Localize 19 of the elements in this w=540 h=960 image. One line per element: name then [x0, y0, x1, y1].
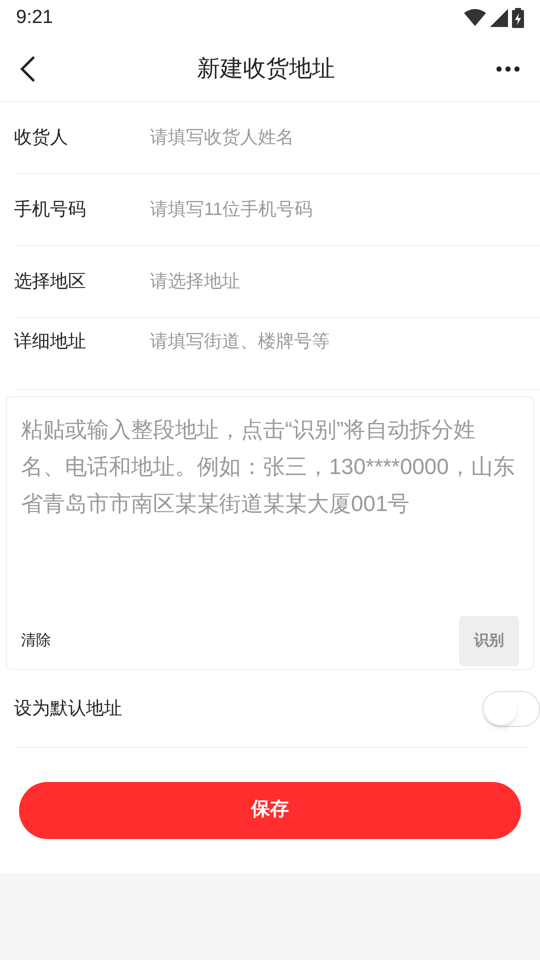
wifi-icon [464, 9, 486, 27]
back-icon[interactable] [20, 56, 36, 82]
clear-button[interactable]: 清除 [21, 630, 51, 652]
input-field[interactable]: 请填写11位手机号码 [150, 196, 540, 223]
input-field[interactable]: 请填写街道、楼牌号等 [150, 328, 540, 355]
default-address-label: 设为默认地址 [14, 697, 122, 720]
field-label: 收货人 [14, 126, 69, 149]
input-field[interactable]: 请填写收货人姓名 [150, 124, 540, 151]
field-label: 手机号码 [14, 198, 87, 221]
save-button[interactable]: 保存 [19, 782, 521, 839]
signal-icon [490, 9, 508, 27]
default-toggle[interactable] [482, 690, 540, 726]
field-label: 详细地址 [14, 330, 87, 353]
more-icon[interactable] [496, 66, 520, 72]
input-field[interactable]: 请选择地址 [150, 268, 540, 295]
status-time: 9:21 [16, 6, 53, 30]
field-label: 选择地区 [14, 270, 87, 293]
battery-charging-icon [512, 8, 524, 28]
page-title: 新建收货地址 [197, 54, 335, 84]
